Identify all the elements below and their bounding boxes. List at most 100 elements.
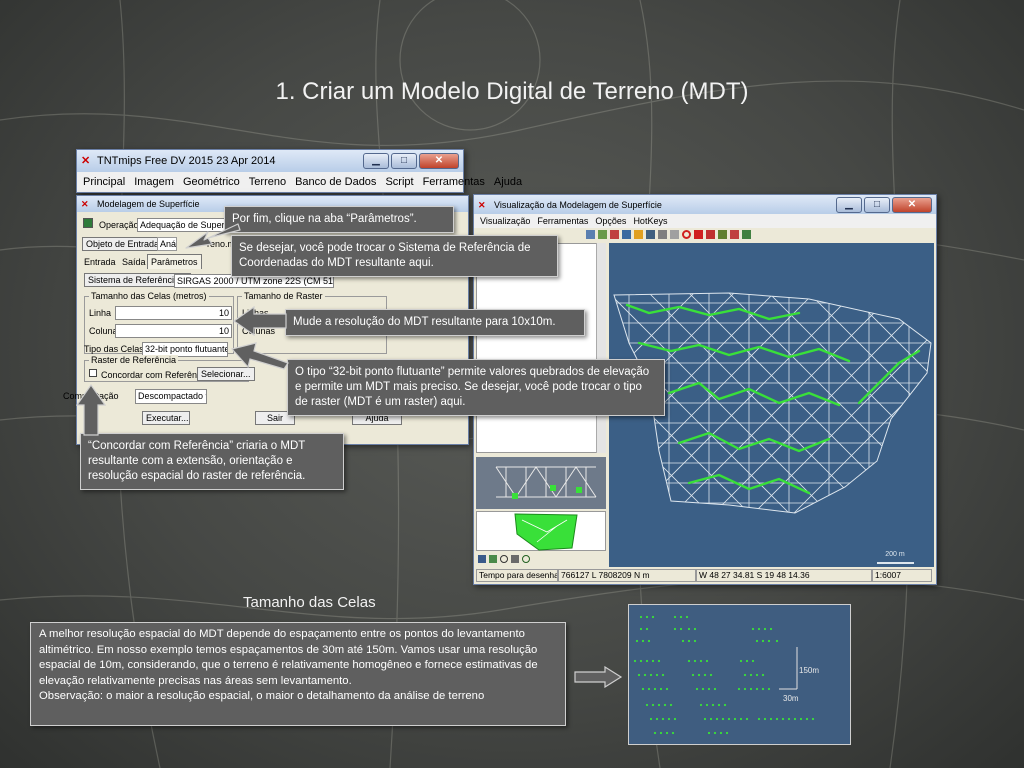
menu-ferramentas[interactable]: Ferramentas <box>423 176 485 188</box>
survey-point <box>755 687 759 691</box>
minimize-button[interactable]: ▁ <box>836 196 862 213</box>
survey-point <box>725 731 729 735</box>
survey-point <box>679 615 683 619</box>
survey-point <box>687 639 691 643</box>
overview-map[interactable] <box>476 511 606 551</box>
survey-point <box>647 687 651 691</box>
menu-ajuda[interactable]: Ajuda <box>494 176 522 188</box>
survey-point <box>649 717 653 721</box>
survey-point <box>805 717 809 721</box>
operation-icon <box>83 218 93 228</box>
column-input[interactable]: 10 <box>115 324 232 338</box>
survey-point <box>761 639 765 643</box>
toolbar-tool-icon[interactable] <box>694 230 703 239</box>
survey-point <box>743 687 747 691</box>
arrow-to-reference <box>76 383 106 436</box>
cell-type-label: Tipo das Celas: <box>84 344 147 354</box>
menu-terreno[interactable]: Terreno <box>249 176 286 188</box>
tab-entrada[interactable]: Entrada <box>84 257 116 267</box>
tab-saida[interactable]: Saída <box>122 257 146 267</box>
overview-tin-thumbnail <box>495 466 597 499</box>
survey-point <box>657 659 661 663</box>
match-reference-checkbox[interactable] <box>89 369 97 377</box>
menu-principal[interactable]: Principal <box>83 176 125 188</box>
viz-window-titlebar[interactable]: ✕ Visualização da Modelagem de Superfíci… <box>474 195 936 214</box>
toolbar-tool-icon[interactable] <box>730 230 739 239</box>
toolbar-tool-icon[interactable] <box>586 230 595 239</box>
close-button[interactable]: ✕ <box>419 153 459 169</box>
stop-icon[interactable] <box>682 230 691 239</box>
menu-geometrico[interactable]: Geométrico <box>183 176 240 188</box>
column-label: Coluna <box>89 326 118 336</box>
menu-opcoes[interactable]: Opções <box>595 216 626 226</box>
survey-point <box>687 627 691 631</box>
survey-point <box>663 703 667 707</box>
survey-point <box>793 717 797 721</box>
status-coordinates: 766127 L 7808209 N m <box>558 569 696 582</box>
survey-point <box>761 673 765 677</box>
survey-point <box>699 703 703 707</box>
toolbar-tool-icon[interactable] <box>622 230 631 239</box>
input-object-field[interactable]: Análi <box>157 237 177 251</box>
compaction-select[interactable]: Descompactado ▾ <box>135 389 207 404</box>
survey-point <box>715 717 719 721</box>
toolbar-tool-icon[interactable] <box>670 230 679 239</box>
layer-tool-icon[interactable] <box>511 555 519 563</box>
survey-point <box>737 687 741 691</box>
minimize-button[interactable]: ▁ <box>363 153 389 169</box>
zoom-icon[interactable] <box>706 230 715 239</box>
toolbar-tool-icon[interactable] <box>610 230 619 239</box>
overview-tools <box>478 555 568 565</box>
execute-button[interactable]: Executar... <box>142 411 190 425</box>
survey-point <box>701 687 705 691</box>
survey-points-grid: 150m 30m <box>628 604 851 745</box>
arrow-to-resolution <box>232 306 287 336</box>
close-button[interactable]: ✕ <box>892 196 932 213</box>
toolbar-tool-icon[interactable] <box>646 230 655 239</box>
survey-point <box>811 717 815 721</box>
survey-point <box>651 615 655 619</box>
toolbar-tool-icon[interactable] <box>718 230 727 239</box>
layer-tool-icon[interactable] <box>489 555 497 563</box>
main-window-titlebar[interactable]: ✕ TNTmips Free DV 2015 23 Apr 2014 ▁ □ ✕ <box>77 150 463 172</box>
toolbar-tool-icon[interactable] <box>634 230 643 239</box>
zoom-icon[interactable] <box>522 555 530 563</box>
survey-point <box>767 687 771 691</box>
survey-point <box>703 717 707 721</box>
survey-point <box>775 639 779 643</box>
toolbar-tool-icon[interactable] <box>658 230 667 239</box>
survey-point <box>657 703 661 707</box>
overview-green-tin <box>514 513 578 551</box>
survey-point <box>667 717 671 721</box>
maximize-button[interactable]: □ <box>864 196 890 213</box>
menu-ferramentas[interactable]: Ferramentas <box>537 216 588 226</box>
survey-point <box>649 673 653 677</box>
layer-tool-icon[interactable] <box>478 555 486 563</box>
survey-point <box>647 639 651 643</box>
survey-point <box>733 717 737 721</box>
survey-point <box>661 717 665 721</box>
survey-point <box>673 615 677 619</box>
survey-point <box>639 615 643 619</box>
survey-point <box>659 731 663 735</box>
operation-label: Operação <box>99 220 139 230</box>
survey-point <box>751 627 755 631</box>
maximize-button[interactable]: □ <box>391 153 417 169</box>
layer-list-scrollbar[interactable] <box>596 243 606 453</box>
menu-imagem[interactable]: Imagem <box>134 176 174 188</box>
toolbar-tool-icon[interactable] <box>598 230 607 239</box>
survey-point <box>763 717 767 721</box>
toolbar-tool-icon[interactable] <box>742 230 751 239</box>
menu-visualizacao[interactable]: Visualização <box>480 216 530 226</box>
callout-resolution: Mude a resolução do MDT resultante para … <box>285 309 585 336</box>
row-input[interactable]: 10 <box>115 306 232 320</box>
zoom-icon[interactable] <box>500 555 508 563</box>
survey-point <box>755 673 759 677</box>
survey-point <box>693 627 697 631</box>
menu-script[interactable]: Script <box>385 176 413 188</box>
survey-point <box>673 717 677 721</box>
survey-point <box>787 717 791 721</box>
menu-hotkeys[interactable]: HotKeys <box>633 216 667 226</box>
survey-point <box>749 673 753 677</box>
menu-banco-de-dados[interactable]: Banco de Dados <box>295 176 376 188</box>
